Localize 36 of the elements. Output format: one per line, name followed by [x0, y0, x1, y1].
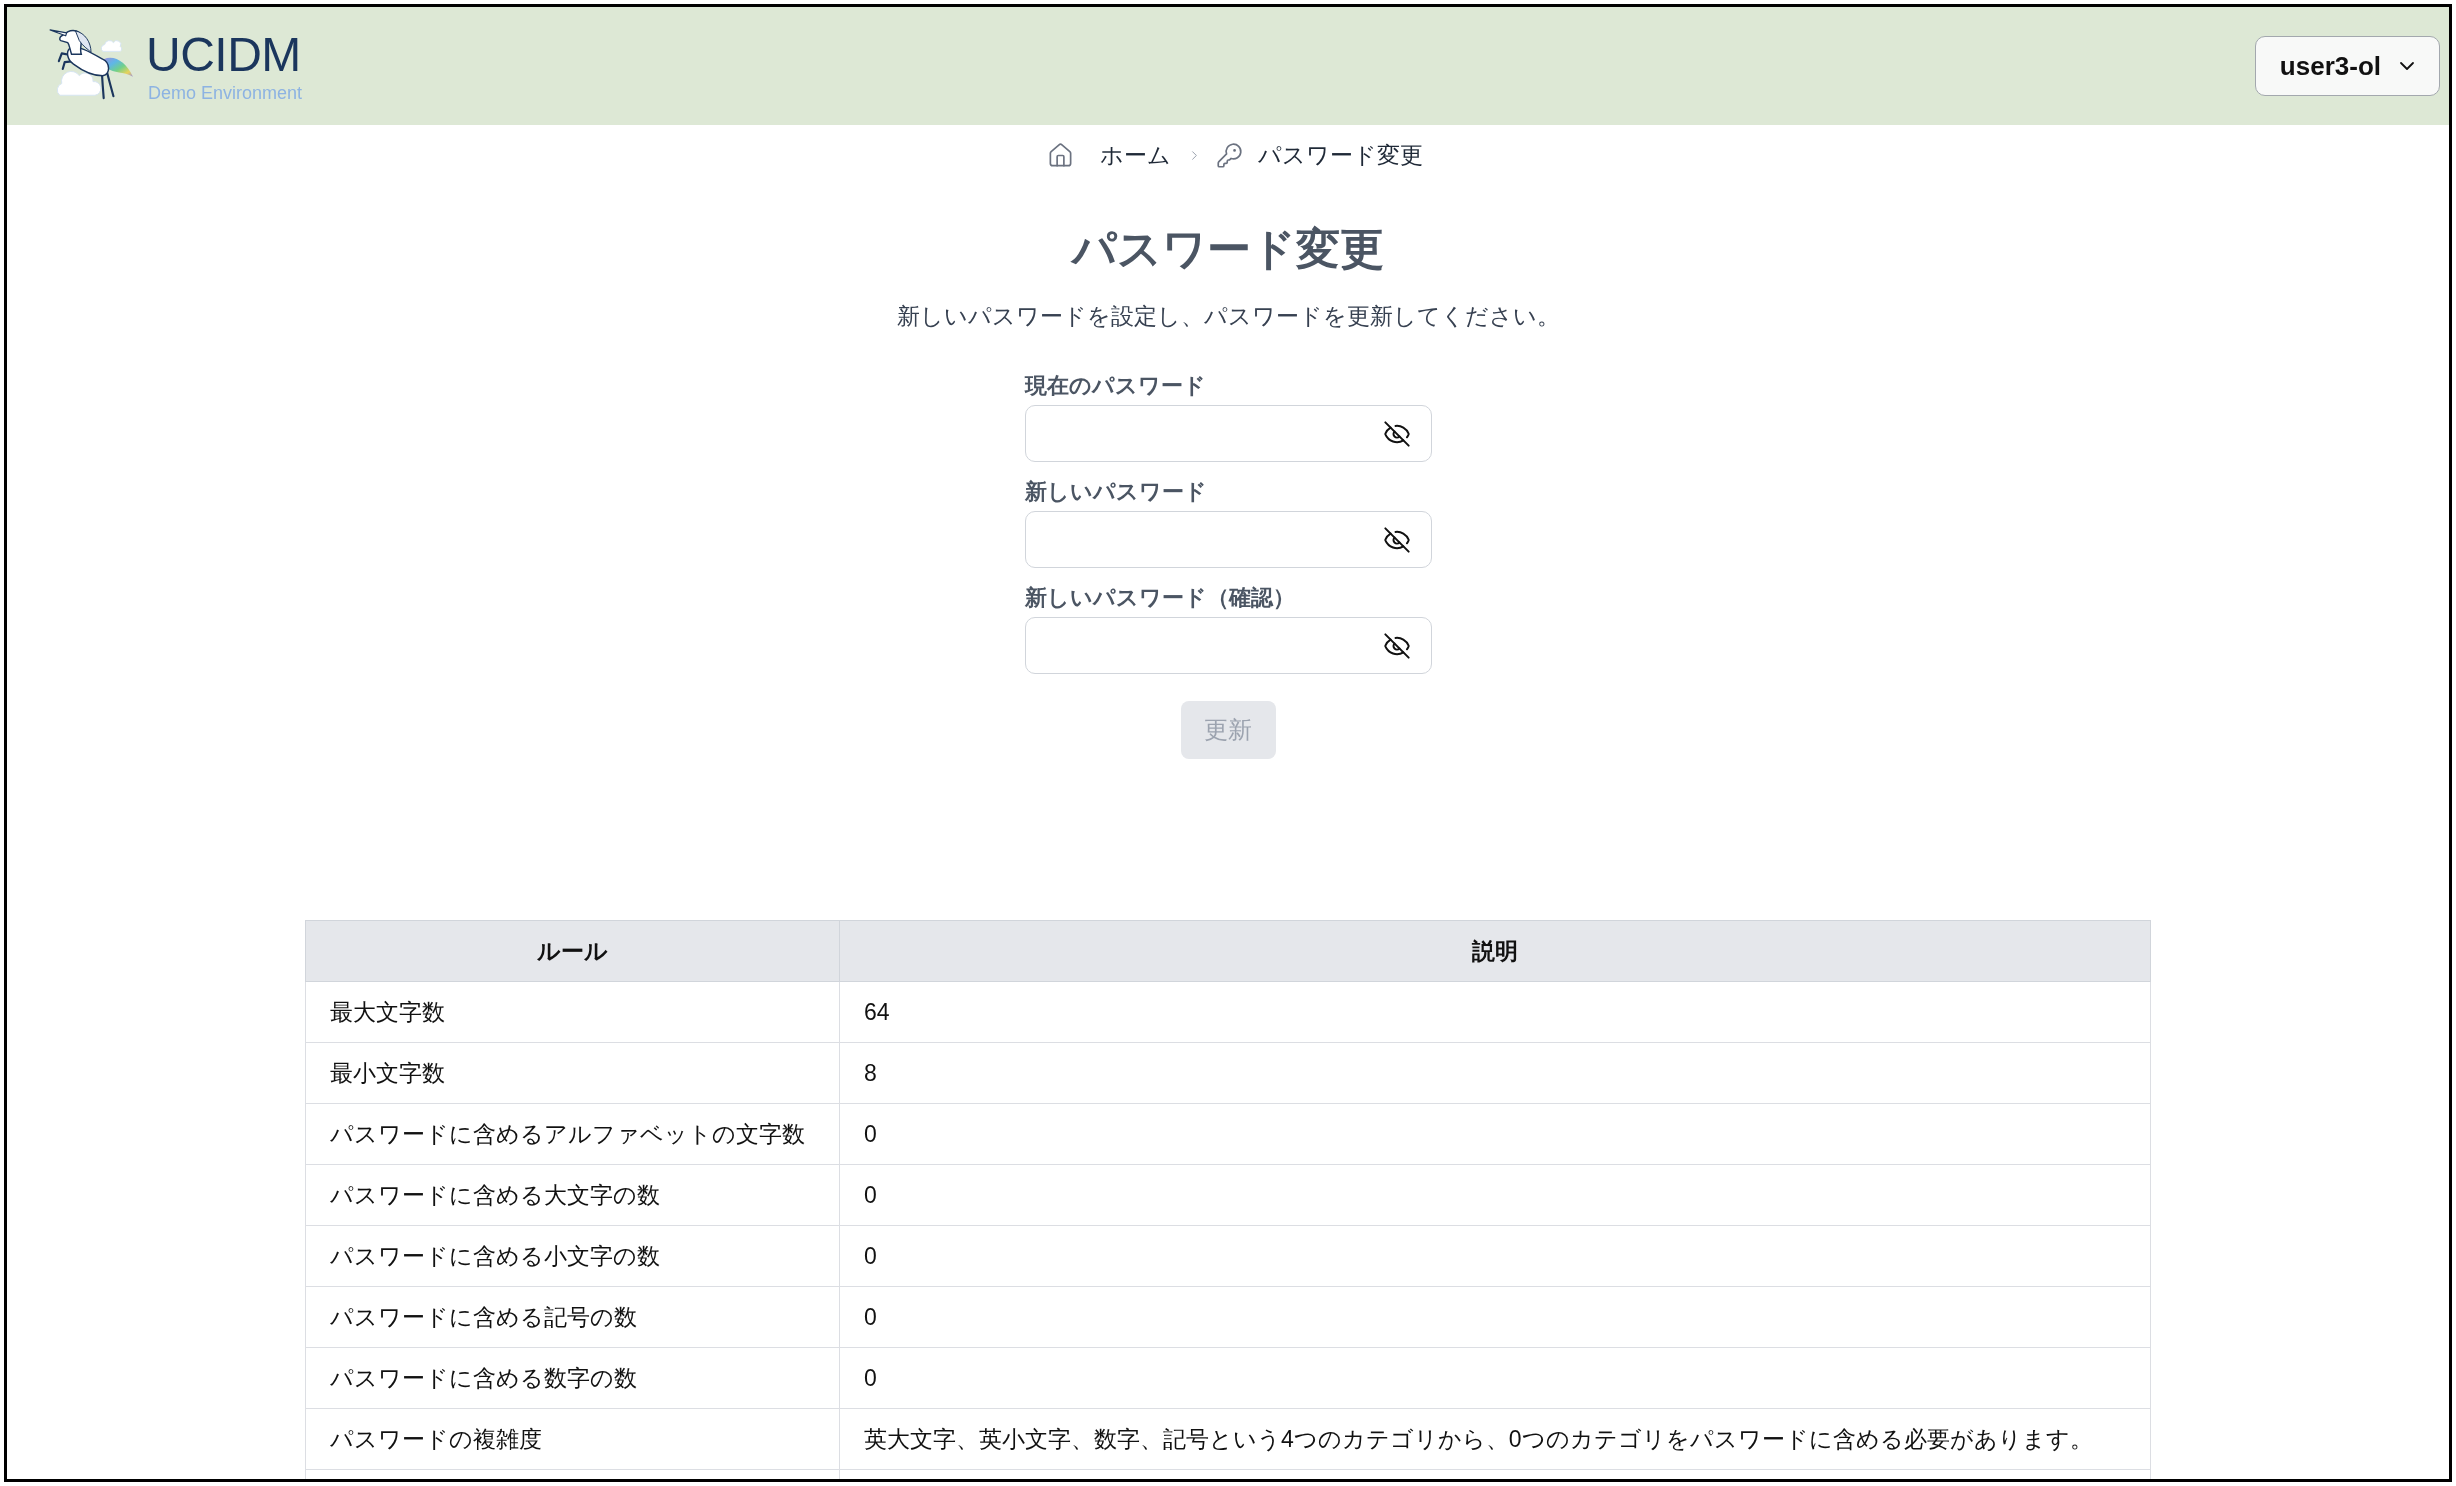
table-cell: パスワードに含める大文字の数 — [305, 1164, 840, 1226]
table-cell: パスワードに含める記号の数 — [305, 1286, 840, 1348]
table-cell: パスワードに含める小文字の数 — [305, 1225, 840, 1287]
table-cell: 最小文字数 — [305, 1042, 840, 1104]
table-cell: 0 — [839, 1347, 2151, 1409]
brand-subtitle: Demo Environment — [148, 83, 303, 103]
breadcrumb-link[interactable]: ホーム — [1100, 139, 1171, 171]
page-title: パスワード変更 — [1072, 223, 1384, 275]
page-description: 新しいパスワードを設定し、パスワードを更新してください。 — [896, 302, 1560, 331]
column-header: ルール — [305, 920, 840, 982]
eye-off-icon[interactable] — [1382, 419, 1411, 448]
field-label: 現在のパスワード — [1024, 372, 1207, 400]
table-cell: 0 — [839, 1225, 2151, 1287]
key-icon — [1216, 141, 1243, 169]
field-label: 新しいパスワード（確認） — [1024, 584, 1296, 612]
column-header: 説明 — [839, 920, 2151, 982]
table-cell: パスワードに含めるアルファベットの文字数 — [305, 1103, 840, 1165]
table-cell: 英大文字、英小文字、数字、記号という4つのカテゴリから、0つのカテゴリをパスワードに含める必要があります。 — [839, 1408, 2151, 1470]
password-field[interactable] — [1024, 405, 1432, 462]
table-cell: 8 — [839, 1042, 2151, 1104]
password-field[interactable] — [1024, 617, 1432, 674]
table-cell: 0 — [839, 1103, 2151, 1165]
table-cell: 0 — [839, 1164, 2151, 1226]
password-field[interactable] — [1024, 511, 1432, 568]
table-cell: 64 — [839, 981, 2151, 1043]
table-cell: パスワードに含める数字の数 — [305, 1347, 840, 1409]
eye-off-icon[interactable] — [1382, 525, 1411, 554]
field-label: 新しいパスワード — [1024, 478, 1208, 506]
table-cell: 最大文字数 — [305, 981, 840, 1043]
eye-off-icon[interactable] — [1382, 631, 1411, 660]
user-menu-button[interactable]: user3-ol — [2254, 36, 2440, 96]
brand-name: UCIDM — [146, 31, 301, 79]
home-icon — [1047, 141, 1074, 169]
breadcrumb-link[interactable]: パスワード変更 — [1258, 139, 1423, 171]
table-cell: 0 — [839, 1286, 2151, 1348]
table-cell: パスワードの複雑度 — [305, 1408, 840, 1470]
